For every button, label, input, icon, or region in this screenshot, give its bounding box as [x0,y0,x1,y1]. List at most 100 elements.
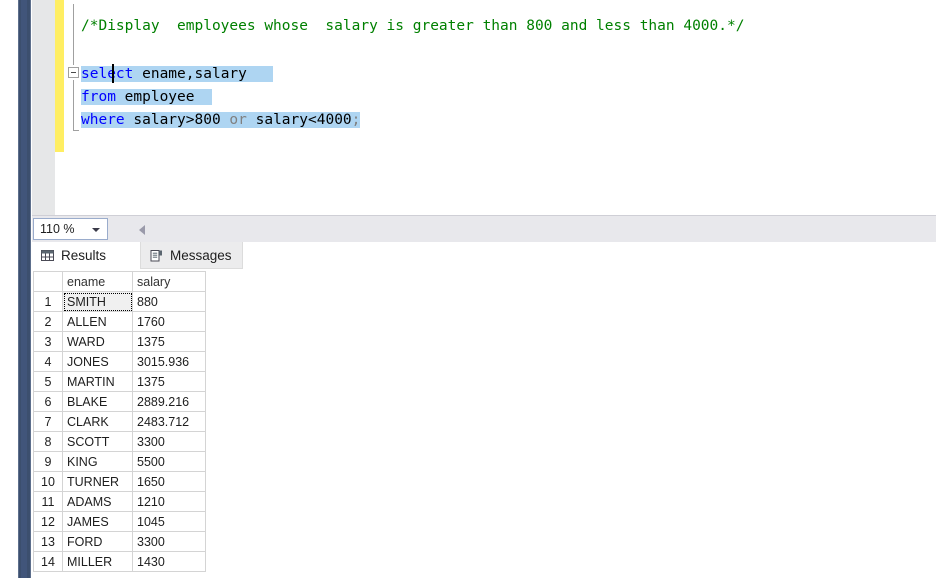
row-number-cell[interactable]: 5 [33,371,63,392]
cell-ename[interactable]: SCOTT [62,431,133,452]
row-number-cell[interactable]: 6 [33,391,63,412]
where-condition-right: salary<4000 [246,112,352,128]
cell-ename[interactable]: CLARK [62,411,133,432]
table-row[interactable]: 6 BLAKE 2889.216 [33,391,206,412]
tab-messages[interactable]: Messages [140,242,243,269]
code-line-select[interactable]: select ename,salary [81,63,274,86]
table-row[interactable]: 4 JONES 3015.936 [33,351,206,372]
cell-salary[interactable]: 5500 [132,451,206,472]
cell-salary[interactable]: 880 [132,291,206,312]
triangle-left-icon[interactable] [139,225,145,235]
cell-salary[interactable]: 1375 [132,331,206,352]
code-comment-text: /*Display employees whose salary is grea… [81,18,745,34]
cell-salary[interactable]: 2889.216 [132,391,206,412]
code-text-surface[interactable]: /*Display employees whose salary is grea… [81,0,936,215]
grid-header-salary[interactable]: salary [132,271,206,292]
cell-ename[interactable]: BLAKE [62,391,133,412]
selection-pad-select [247,66,273,82]
code-line-comment[interactable]: /*Display employees whose salary is grea… [81,15,744,38]
editor-change-bar [55,0,64,152]
table-row[interactable]: 9 KING 5500 [33,451,206,472]
cell-ename[interactable]: WARD [62,331,133,352]
row-number-cell[interactable]: 13 [33,531,63,552]
cell-ename[interactable]: JONES [62,351,133,372]
row-number-cell[interactable]: 1 [33,291,63,312]
table-row[interactable]: 13 FORD 3300 [33,531,206,552]
cell-ename[interactable]: MILLER [62,551,133,572]
zoom-level-dropdown[interactable]: 110 % [33,218,108,240]
grid-icon [40,248,55,263]
table-row[interactable]: 1 SMITH 880 [33,291,206,312]
row-number-cell[interactable]: 3 [33,331,63,352]
row-number-cell[interactable]: 11 [33,491,63,512]
cell-ename[interactable]: FORD [62,531,133,552]
table-row[interactable]: 8 SCOTT 3300 [33,431,206,452]
operator-or: or [229,112,247,128]
cell-ename[interactable]: ADAMS [62,491,133,512]
table-row[interactable]: 3 WARD 1375 [33,331,206,352]
window-left-margin [0,0,18,578]
cell-ename[interactable]: TURNER [62,471,133,492]
tab-messages-label: Messages [170,247,232,263]
cell-ename[interactable]: SMITH [62,291,133,312]
results-pane: Results Messages ename salary 1 SMITH 88… [32,242,936,578]
keyword-where: where [81,112,125,128]
table-row[interactable]: 7 CLARK 2483.712 [33,411,206,432]
table-row[interactable]: 11 ADAMS 1210 [33,491,206,512]
cell-salary[interactable]: 3300 [132,431,206,452]
row-number-cell[interactable]: 2 [33,311,63,332]
statement-terminator: ; [351,112,361,128]
code-line-from[interactable]: from employee [81,86,212,109]
sql-editor-pane[interactable]: /*Display employees whose salary is grea… [32,0,936,215]
cell-salary[interactable]: 1210 [132,491,206,512]
row-number-cell[interactable]: 7 [33,411,63,432]
code-selection-select: select ename,salary [81,66,274,82]
row-number-cell[interactable]: 4 [33,351,63,372]
cell-salary[interactable]: 1650 [132,471,206,492]
results-tabstrip: Results Messages [32,242,936,269]
cell-salary[interactable]: 1045 [132,511,206,532]
code-line-where[interactable]: where salary>800 or salary<4000; [81,109,361,132]
table-row[interactable]: 10 TURNER 1650 [33,471,206,492]
outline-guide-comment [73,4,74,65]
table-row[interactable]: 12 JAMES 1045 [33,511,206,532]
results-grid[interactable]: ename salary 1 SMITH 880 2 ALLEN 1760 3 WARD 137… [33,271,206,572]
grid-header-ename[interactable]: ename [62,271,133,292]
cell-salary[interactable]: 3015.936 [132,351,206,372]
cell-salary[interactable]: 1375 [132,371,206,392]
keyword-select: select [81,66,134,82]
tab-results-label: Results [61,248,107,263]
table-row[interactable]: 2 ALLEN 1760 [33,311,206,332]
cell-ename[interactable]: ALLEN [62,311,133,332]
text-caret [112,64,114,83]
row-number-cell[interactable]: 12 [33,511,63,532]
chevron-down-icon [92,228,100,232]
cell-ename[interactable]: MARTIN [62,371,133,392]
grid-corner-header[interactable] [33,271,63,292]
zoom-level-value: 110 % [40,222,75,236]
minus-icon[interactable] [68,67,79,78]
outline-guide-statement [73,80,74,130]
selection-pad-from [195,89,212,105]
grid-header-row: ename salary [33,271,206,292]
row-number-cell[interactable]: 9 [33,451,63,472]
editor-indicator-margin[interactable] [32,0,55,215]
cell-salary[interactable]: 2483.712 [132,411,206,432]
table-row[interactable]: 14 MILLER 1430 [33,551,206,572]
code-selection-where: where salary>800 or salary<4000; [81,112,361,128]
cell-salary[interactable]: 3300 [132,531,206,552]
row-number-cell[interactable]: 10 [33,471,63,492]
dock-side-bar [18,0,31,578]
row-number-cell[interactable]: 14 [33,551,63,572]
document-icon [149,248,164,263]
keyword-from: from [81,89,116,105]
tab-results[interactable]: Results [32,242,117,269]
where-condition-left: salary>800 [124,112,230,128]
cell-ename[interactable]: KING [62,451,133,472]
from-table-name: employee [115,89,195,105]
row-number-cell[interactable]: 8 [33,431,63,452]
cell-salary[interactable]: 1760 [132,311,206,332]
cell-ename[interactable]: JAMES [62,511,133,532]
cell-salary[interactable]: 1430 [132,551,206,572]
table-row[interactable]: 5 MARTIN 1375 [33,371,206,392]
